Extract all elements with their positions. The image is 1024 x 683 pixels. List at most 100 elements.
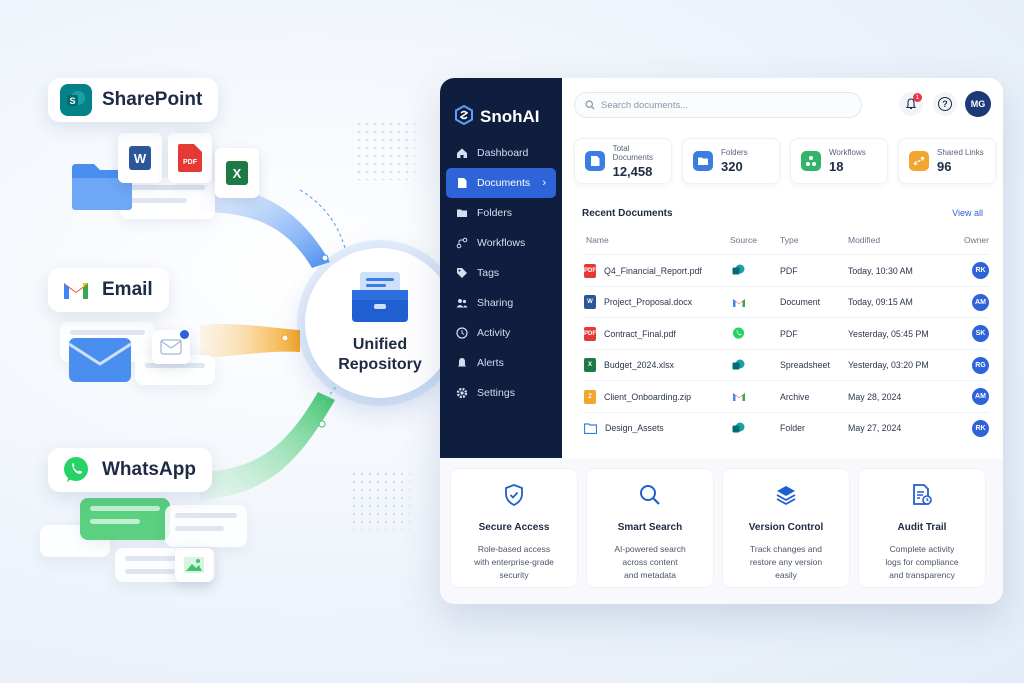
owner-avatar[interactable]: AM [972, 388, 989, 405]
stat-card[interactable]: Folders 320 [682, 138, 780, 184]
brand-name: SnohAI [480, 107, 540, 126]
whatsapp-flow [200, 392, 335, 500]
hub-title: Unified Repository [338, 335, 422, 373]
zip-file-icon: Z [584, 389, 596, 404]
stat-label: Total Documents [612, 143, 654, 162]
link-icon [909, 151, 929, 171]
sidebar-item-tags[interactable]: Tags [446, 258, 556, 288]
owner-avatar[interactable]: AM [972, 293, 989, 311]
sidebar-item-folders[interactable]: Folders [446, 198, 556, 228]
table-row[interactable]: W Project_Proposal.docx Document Today, 09:… [582, 285, 989, 317]
gear-icon [456, 387, 468, 399]
document-name: Budget_2024.xlsx [604, 360, 674, 370]
sidebar-item-label: Documents [477, 177, 531, 189]
table-row[interactable]: X Budget_2024.xlsx Spreadsheet Yesterday, 0… [582, 348, 989, 380]
folder-icon [693, 151, 713, 171]
chat-bubble [165, 505, 247, 547]
table-row[interactable]: PDF Contract_Final.pdf PDF Yesterday, 05:45… [582, 317, 989, 348]
sidebar-item-label: Settings [477, 387, 515, 399]
feature-description: AI-powered search across content and metad… [614, 544, 686, 580]
folder-icon [584, 422, 597, 434]
feature-card-version-control: Version Control Track changes and restore … [722, 468, 850, 588]
help-button[interactable]: ? [933, 92, 957, 116]
stat-card[interactable]: Shared Links 96 [898, 138, 996, 184]
col-name: Name [586, 235, 609, 245]
svg-text:S: S [69, 96, 75, 106]
home-icon [456, 147, 468, 159]
stat-label: Folders [721, 148, 748, 157]
svg-text:X: X [233, 166, 242, 181]
pdf-badge: PDF [183, 159, 198, 166]
document-type: Document [780, 297, 821, 307]
workflow-icon [801, 151, 821, 171]
document-icon [585, 151, 605, 171]
document-type: Spreadsheet [780, 360, 830, 370]
owner-avatar[interactable]: RK [972, 262, 989, 279]
stats-row: Total Documents 12,458 Folders 320 Workflows… [574, 138, 996, 184]
help-icon: ? [938, 97, 952, 111]
notifications-button[interactable]: 1 [899, 92, 923, 116]
table-row[interactable]: Design_Assets Folder May 27, 2024 RK [582, 411, 989, 443]
gmail-source-icon [732, 391, 746, 402]
tag-icon [456, 267, 468, 279]
feature-title: Audit Trail [897, 522, 947, 533]
sharepoint-source-icon [732, 359, 745, 372]
search-input[interactable]: Search documents... [574, 92, 862, 118]
view-all-link[interactable]: View all [952, 208, 983, 218]
image-file-icon [175, 548, 213, 582]
sidebar-item-sharing[interactable]: Sharing [446, 288, 556, 318]
document-icon [456, 177, 468, 189]
feature-description: Track changes and restore any version easi… [749, 544, 823, 580]
table-row[interactable]: Z Client_Onboarding.zip Archive May 28, 202… [582, 380, 989, 411]
search-icon [638, 483, 662, 512]
pdf-file-icon: PDF [584, 263, 596, 278]
owner-avatar[interactable]: RG [972, 356, 989, 374]
owner-avatar[interactable]: RK [972, 419, 989, 437]
sidebar-item-dashboard[interactable]: Dashboard [446, 138, 556, 168]
whatsapp-source-card: WhatsApp [48, 448, 212, 492]
pdf-file-icon: PDF [168, 133, 212, 183]
sidebar-item-label: Workflows [477, 237, 526, 249]
search-placeholder: Search documents... [601, 99, 689, 111]
sharepoint-source-icon [732, 264, 745, 277]
stat-label: Workflows [829, 148, 866, 157]
stat-value: 96 [937, 159, 952, 174]
pdf-file-icon: PDF [584, 326, 596, 341]
sharepoint-logo-icon: S [60, 84, 92, 116]
activity-icon [456, 327, 468, 339]
document-type: Archive [780, 391, 810, 402]
user-avatar[interactable]: MG [965, 91, 991, 117]
col-type: Type [780, 235, 799, 245]
svg-text:W: W [134, 151, 147, 166]
document-modified: Today, 09:15 AM [848, 297, 913, 307]
sidebar-item-label: Alerts [477, 357, 504, 369]
sharepoint-label: SharePoint [102, 89, 203, 110]
document-name: Client_Onboarding.zip [604, 391, 692, 402]
email-source-card: Email [48, 268, 169, 312]
sidebar-item-documents[interactable]: Documents › [446, 168, 556, 198]
feature-card-audit-trail: Audit Trail Complete activity logs for com… [858, 468, 986, 588]
features-row: Secure Access Role-based access with enter… [450, 468, 986, 588]
brand: SnohAI [440, 78, 562, 138]
sidebar-item-workflows[interactable]: Workflows [446, 228, 556, 258]
document-modified: May 28, 2024 [848, 391, 902, 402]
stat-card[interactable]: Workflows 18 [790, 138, 888, 184]
workflow-icon [456, 237, 468, 249]
whatsapp-label: WhatsApp [102, 459, 196, 480]
feature-title: Smart Search [617, 522, 683, 533]
stat-label: Shared Links [937, 148, 984, 157]
sidebar-item-alerts[interactable]: Alerts [446, 348, 556, 378]
whatsapp-logo-icon [60, 454, 92, 486]
stat-card[interactable]: Total Documents 12,458 [574, 138, 672, 184]
document-type: PDF [780, 328, 798, 339]
owner-avatar[interactable]: SK [972, 325, 989, 342]
sidebar-item-activity[interactable]: Activity [446, 318, 556, 348]
sidebar-item-label: Dashboard [477, 147, 529, 159]
word-file-icon: W [584, 295, 596, 309]
sidebar-item-settings[interactable]: Settings [446, 378, 556, 408]
col-owner: Owner [963, 235, 989, 245]
document-modified: Yesterday, 03:20 PM [848, 360, 929, 370]
table-row[interactable]: PDF Q4_Financial_Report.pdf PDF Today, 10:3… [582, 254, 989, 285]
document-modified: May 27, 2024 [848, 423, 902, 433]
document-name: Q4_Financial_Report.pdf [604, 265, 702, 276]
